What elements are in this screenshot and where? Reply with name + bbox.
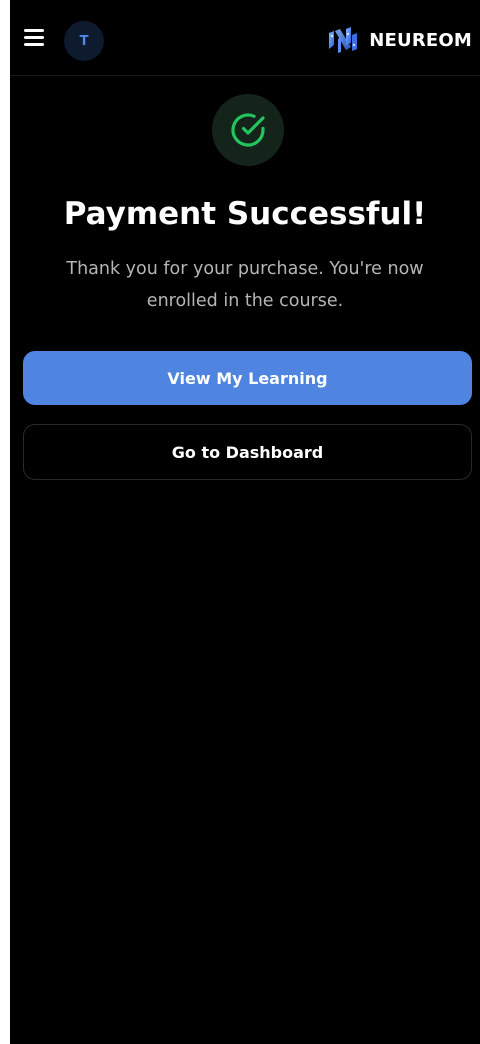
user-avatar[interactable]: T [64, 21, 104, 61]
go-to-dashboard-button[interactable]: Go to Dashboard [23, 424, 472, 480]
confirmation-message: Thank you for your purchase. You're now … [66, 259, 424, 311]
menu-line [24, 29, 44, 32]
brand-name: NEUREOM [369, 29, 472, 51]
page-title: Payment Successful! [63, 196, 427, 232]
hamburger-menu-icon[interactable] [24, 28, 46, 46]
menu-line [24, 43, 44, 46]
check-circle-icon [231, 113, 265, 147]
top-nav-bar: T NEUREOM [10, 0, 480, 76]
neureom-logo-icon [329, 27, 358, 53]
menu-line [24, 36, 44, 39]
view-my-learning-button[interactable]: View My Learning [23, 351, 472, 405]
success-badge [212, 94, 284, 166]
brand[interactable]: NEUREOM [326, 25, 472, 55]
app-screen: T NEUREOM Payment Successful! Thank you … [10, 0, 480, 1044]
